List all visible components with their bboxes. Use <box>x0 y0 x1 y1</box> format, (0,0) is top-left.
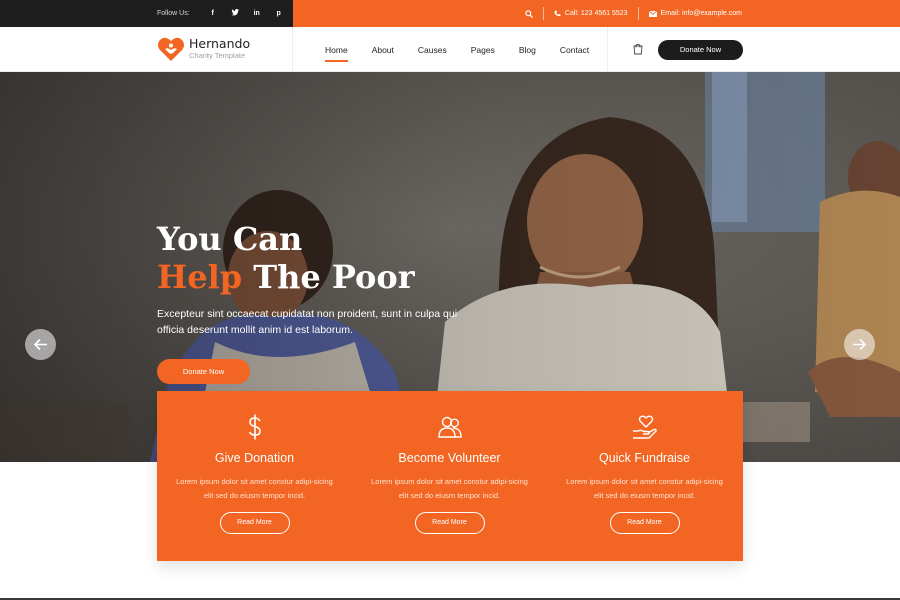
pinterest-icon[interactable]: p <box>268 10 290 17</box>
search-icon[interactable] <box>525 9 533 18</box>
nav-about[interactable]: About <box>372 27 394 72</box>
divider <box>542 7 544 20</box>
linkedin-icon[interactable]: in <box>246 10 268 17</box>
feature-title: Become Volunteer <box>398 451 501 465</box>
cart-icon[interactable] <box>632 43 644 55</box>
feature-become-volunteer: Become Volunteer Lorem ipsum dolor sit a… <box>352 391 547 561</box>
social-bar: Follow Us: f in p <box>0 0 293 27</box>
prev-slide-button[interactable] <box>25 329 56 360</box>
mail-icon <box>648 10 657 17</box>
hero-title-rest: The Poor <box>253 258 415 296</box>
call-info: Call: 123 4561 5523 <box>554 10 628 17</box>
read-more-button[interactable]: Read More <box>219 512 290 534</box>
feature-quick-fundraise: Quick Fundraise Lorem ipsum dolor sit am… <box>547 391 742 561</box>
arrow-right-icon <box>853 338 867 351</box>
read-more-button[interactable]: Read More <box>609 512 680 534</box>
divider <box>607 27 608 72</box>
feature-text: Lorem ipsum dolor sit amet constur adipi… <box>566 477 723 500</box>
contact-bar: Call: 123 4561 5523 Email: info@example.… <box>293 0 900 27</box>
facebook-icon[interactable]: f <box>202 10 224 17</box>
logo-name: Hernando <box>189 36 251 51</box>
logo[interactable]: Hernando Charity Template <box>157 36 250 62</box>
email-text: Email: info@example.com <box>660 10 742 17</box>
volunteer-icon <box>437 416 462 438</box>
hero-title: You Can Help The Poor <box>157 220 415 296</box>
heart-logo-icon <box>158 37 184 61</box>
nav-home[interactable]: Home <box>325 27 348 72</box>
logo-subtitle: Charity Template <box>189 51 246 60</box>
feature-text: Lorem ipsum dolor sit amet constur adipi… <box>371 477 528 500</box>
next-slide-button[interactable] <box>844 329 875 360</box>
hero-title-accent: Help <box>157 258 243 296</box>
arrow-left-icon <box>33 338 47 351</box>
nav-contact[interactable]: Contact <box>560 27 589 72</box>
hero-title-line2: Help The Poor <box>157 258 415 296</box>
phone-icon <box>554 10 561 17</box>
hero-donate-button[interactable]: Donate Now <box>157 359 250 384</box>
email-info[interactable]: Email: info@example.com <box>648 10 742 17</box>
top-bar: Follow Us: f in p Call: 123 4561 5523 Em… <box>0 0 900 27</box>
dollar-icon <box>248 414 261 440</box>
feature-title: Quick Fundraise <box>598 451 690 465</box>
twitter-icon[interactable] <box>224 9 246 18</box>
hero-title-line1: You Can <box>157 220 303 258</box>
feature-give-donation: Give Donation Lorem ipsum dolor sit amet… <box>157 391 352 561</box>
call-text: Call: 123 4561 5523 <box>564 10 628 17</box>
divider <box>292 27 293 72</box>
feature-title: Give Donation <box>214 451 295 465</box>
main-nav: Home About Causes Pages Blog Contact <box>325 27 613 72</box>
features-panel: Give Donation Lorem ipsum dolor sit amet… <box>157 391 743 561</box>
divider <box>637 7 639 20</box>
nav-pages[interactable]: Pages <box>471 27 495 72</box>
nav-blog[interactable]: Blog <box>519 27 536 72</box>
nav-causes[interactable]: Causes <box>418 27 447 72</box>
follow-label: Follow Us: <box>157 10 190 17</box>
feature-text: Lorem ipsum dolor sit amet constur adipi… <box>176 477 333 500</box>
main-header: Hernando Charity Template Home About Cau… <box>0 27 900 72</box>
read-more-button[interactable]: Read More <box>414 512 485 534</box>
donate-now-button[interactable]: Donate Now <box>658 40 743 60</box>
hero-description: Excepteur sint occaecat cupidatat non pr… <box>157 308 458 336</box>
heart-hand-icon <box>632 415 657 439</box>
